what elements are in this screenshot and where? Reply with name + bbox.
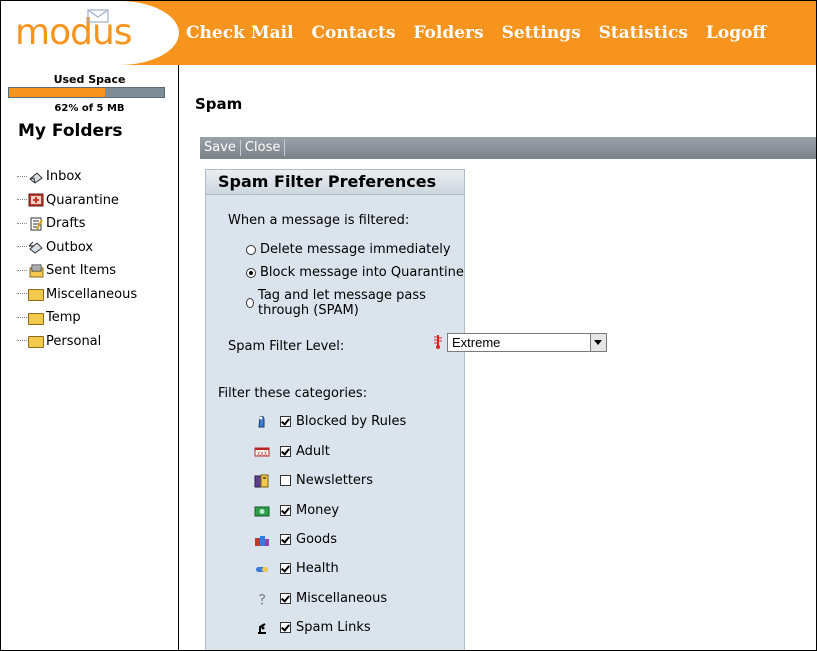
folder-icon: [28, 289, 44, 302]
quota-fill: [9, 88, 106, 97]
drafts-icon: [30, 217, 43, 231]
category-label: Money: [296, 503, 340, 518]
save-button[interactable]: Save: [200, 140, 241, 156]
spam-filter-panel: Spam Filter Preferences When a message i…: [205, 169, 465, 650]
top-bar: modus Check Mail Contacts Folders Settin…: [1, 1, 816, 65]
sidebar: Used Space 62% of 5 MB My Folders Inbox: [1, 65, 179, 650]
blocked-rules-checkbox[interactable]: [280, 416, 291, 427]
thermometer-icon: [434, 335, 442, 349]
quota-bar: [8, 87, 165, 98]
category-label: Adult: [296, 444, 330, 459]
folder-label: Inbox: [46, 169, 82, 185]
toolbar: Save Close: [200, 137, 816, 159]
category-label: Spam Links: [296, 620, 371, 635]
question-icon: [258, 593, 266, 604]
category-adult: XXX Adult: [254, 444, 330, 459]
category-label: Newsletters: [296, 473, 374, 488]
folder-quarantine[interactable]: Quarantine: [17, 189, 137, 213]
category-miscellaneous: Miscellaneous: [254, 591, 387, 606]
folder-label: Miscellaneous: [46, 286, 138, 302]
option-label: Delete message immediately: [260, 242, 451, 257]
folder-label: Quarantine: [46, 192, 119, 208]
app-window: modus Check Mail Contacts Folders Settin…: [0, 0, 817, 651]
nav-logoff[interactable]: Logoff: [706, 23, 766, 43]
main-nav: Check Mail Contacts Folders Settings Sta…: [186, 1, 784, 65]
radio-quarantine[interactable]: [246, 267, 256, 278]
folder-inbox[interactable]: Inbox: [17, 165, 137, 189]
filtered-label: When a message is filtered:: [228, 213, 410, 228]
category-goods: Goods: [254, 532, 337, 547]
nav-settings[interactable]: Settings: [502, 23, 581, 43]
main-content: Spam Save Close Spam Filter Preferences …: [179, 65, 816, 650]
quarantine-icon: [28, 193, 44, 207]
newsletters-icon: [254, 474, 269, 487]
folder-label: Sent Items: [46, 263, 117, 279]
nav-folders[interactable]: Folders: [413, 23, 483, 43]
folder-label: Outbox: [46, 239, 94, 255]
mail-logo-icon: [87, 9, 109, 23]
option-label: Block message into Quarantine: [260, 265, 464, 280]
adult-checkbox[interactable]: [280, 446, 291, 457]
category-label: Miscellaneous: [296, 591, 388, 606]
spam-level-select[interactable]: Extreme: [447, 333, 607, 352]
spam-links-icon: [258, 622, 266, 634]
categories-label: Filter these categories:: [218, 386, 368, 401]
adult-icon: XXX: [254, 447, 270, 457]
nav-contacts[interactable]: Contacts: [312, 23, 396, 43]
chevron-down-icon[interactable]: [590, 334, 606, 351]
folder-outbox[interactable]: Outbox: [17, 236, 137, 260]
blocked-rules-icon: [258, 415, 265, 427]
goods-checkbox[interactable]: [280, 534, 291, 545]
used-space-label: Used Space: [53, 73, 126, 86]
newsletters-checkbox[interactable]: [280, 475, 291, 486]
option-delete[interactable]: Delete message immediately: [246, 242, 451, 257]
category-money: Money: [254, 503, 339, 518]
miscellaneous-checkbox[interactable]: [280, 593, 291, 604]
quota-text: 62% of 5 MB: [54, 103, 125, 114]
option-quarantine[interactable]: Block message into Quarantine: [246, 265, 464, 280]
money-checkbox[interactable]: [280, 505, 291, 516]
category-label: Blocked by Rules: [296, 414, 407, 429]
folder-icon: [28, 312, 44, 325]
inbox-icon: [29, 172, 43, 184]
radio-delete[interactable]: [246, 244, 256, 255]
sent-items-icon: [29, 264, 44, 278]
panel-title: Spam Filter Preferences: [206, 170, 464, 195]
category-blocked-rules: Blocked by Rules: [254, 414, 406, 429]
radio-tag[interactable]: [246, 298, 255, 308]
folder-drafts[interactable]: Drafts: [17, 212, 137, 236]
logo-area: modus: [1, 1, 179, 65]
option-tag[interactable]: Tag and let message pass through (SPAM): [246, 288, 464, 318]
nav-check-mail[interactable]: Check Mail: [186, 23, 294, 43]
logo: modus: [15, 12, 133, 53]
spam-links-checkbox[interactable]: [280, 622, 291, 633]
folder-sent-items[interactable]: Sent Items: [17, 259, 137, 283]
category-spam-links: Spam Links: [254, 620, 371, 635]
category-label: Health: [296, 561, 339, 576]
svg-text:XXX: XXX: [257, 451, 268, 457]
level-label: Spam Filter Level:: [228, 339, 345, 354]
my-folders-title: My Folders: [18, 121, 123, 141]
folder-label: Temp: [46, 310, 81, 326]
health-checkbox[interactable]: [280, 563, 291, 574]
folder-tree: Inbox Quarantine Drafts Outbox Sent Item…: [17, 165, 137, 353]
goods-icon: [255, 535, 269, 546]
option-label: Tag and let message pass through (SPAM): [258, 288, 426, 318]
money-icon: [254, 506, 270, 516]
folder-temp[interactable]: Temp: [17, 306, 137, 330]
category-newsletters: Newsletters: [254, 473, 373, 488]
spam-level-value: Extreme: [452, 335, 501, 350]
folder-personal[interactable]: Personal: [17, 330, 137, 354]
category-label: Goods: [296, 532, 338, 547]
health-icon: [256, 566, 268, 572]
nav-statistics[interactable]: Statistics: [599, 23, 688, 43]
outbox-icon: [28, 241, 43, 254]
category-health: Health: [254, 561, 339, 576]
folder-icon: [28, 336, 44, 349]
folder-miscellaneous[interactable]: Miscellaneous: [17, 283, 137, 307]
page-title: Spam: [195, 95, 243, 113]
close-button[interactable]: Close: [241, 140, 286, 156]
folder-label: Personal: [46, 333, 102, 349]
folder-label: Drafts: [46, 216, 86, 232]
